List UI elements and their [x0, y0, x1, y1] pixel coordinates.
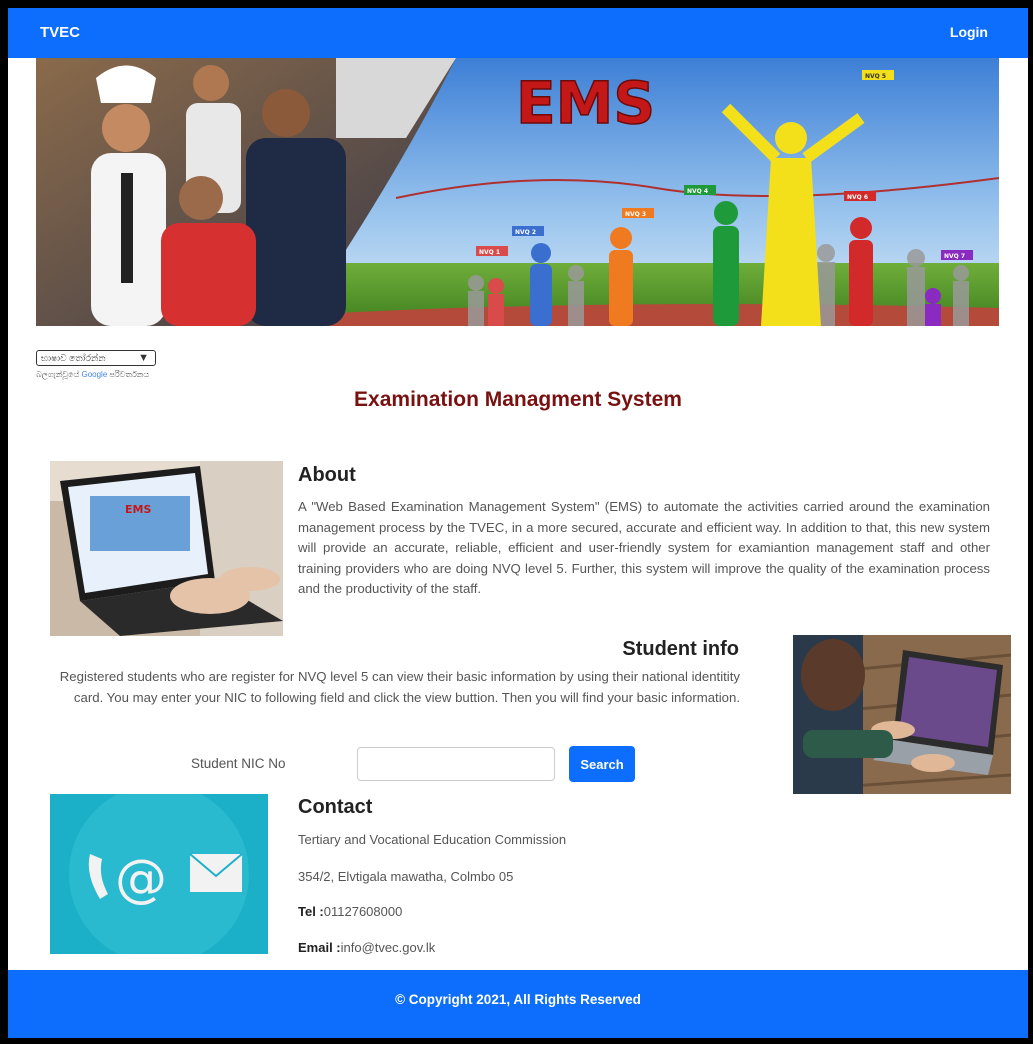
flag-nvq4: NVQ 4 — [687, 188, 708, 195]
student-laptop-image — [793, 635, 1011, 794]
powered-prefix: බලගැන්වූයේ — [36, 370, 80, 379]
login-link[interactable]: Login — [950, 24, 988, 40]
svg-text:EMS: EMS — [125, 503, 151, 516]
flag-nvq2: NVQ 2 — [515, 229, 536, 236]
language-select[interactable]: භාෂාව තෝරන්න ▼ — [36, 350, 156, 366]
about-title: About — [298, 464, 356, 486]
translate-powered-by: බලගැන්වූයේ Google පරිවර්තනය — [36, 370, 156, 380]
contact-title: Contact — [298, 796, 373, 818]
envelope-icon — [189, 853, 243, 892]
tel-label: Tel : — [298, 904, 324, 919]
ems-logo-text: EMS — [516, 69, 655, 137]
copyright-text: © Copyright 2021, All Rights Reserved — [395, 992, 641, 1007]
at-sign-icon: @ — [115, 849, 167, 909]
contact-org: Tertiary and Vocational Education Commis… — [298, 832, 567, 847]
email-value[interactable]: info@tvec.gov.lk — [341, 940, 436, 955]
search-button[interactable]: Search — [569, 746, 635, 782]
google-link[interactable]: Google — [81, 370, 107, 379]
flag-nvq5: NVQ 5 — [865, 73, 886, 80]
student-nic-input[interactable] — [357, 747, 555, 781]
flag-nvq7: NVQ 7 — [944, 253, 965, 260]
page-title: Examination Managment System — [354, 388, 682, 411]
top-navbar: TVEC Login — [8, 8, 1028, 58]
hero-banner: EMS NVQ 1 NVQ 2 NVQ 3 NVQ 4 NVQ 6 NVQ 7 … — [36, 58, 999, 326]
student-info-title: Student info — [622, 638, 739, 660]
banner-graphic: EMS NVQ 1 NVQ 2 NVQ 3 NVQ 4 NVQ 6 NVQ 7 … — [36, 58, 999, 326]
footer: © Copyright 2021, All Rights Reserved — [8, 970, 1028, 1038]
contact-image: @ — [50, 794, 268, 954]
student-info-text: Registered students who are register for… — [59, 669, 740, 705]
flag-nvq6: NVQ 6 — [847, 194, 868, 201]
contact-tel: Tel :01127608000 — [298, 904, 402, 919]
about-laptop-image: EMS — [50, 461, 283, 636]
student-nic-label: Student NIC No — [191, 756, 286, 771]
email-label: Email : — [298, 940, 341, 955]
brand-link[interactable]: TVEC — [40, 24, 80, 41]
language-select-value: භාෂාව තෝරන්න — [41, 353, 106, 363]
contact-address: 354/2, Elvtigala mawatha, Colmbo 05 — [298, 869, 514, 884]
flag-nvq3: NVQ 3 — [625, 211, 646, 218]
contact-email: Email :info@tvec.gov.lk — [298, 940, 435, 955]
chevron-down-icon: ▼ — [138, 352, 149, 364]
flag-nvq1: NVQ 1 — [479, 249, 500, 256]
powered-suffix: පරිවර්තනය — [109, 370, 150, 379]
tel-value: 01127608000 — [323, 904, 403, 919]
about-text: A "Web Based Examination Management Syst… — [298, 499, 990, 596]
google-translate-widget: භාෂාව තෝරන්න ▼ බලගැන්වූයේ Google පරිවර්ත… — [36, 350, 156, 380]
page-frame: TVEC Login EMS NVQ 1 NVQ 2 NVQ 3 NVQ 4 N… — [8, 8, 1028, 1038]
